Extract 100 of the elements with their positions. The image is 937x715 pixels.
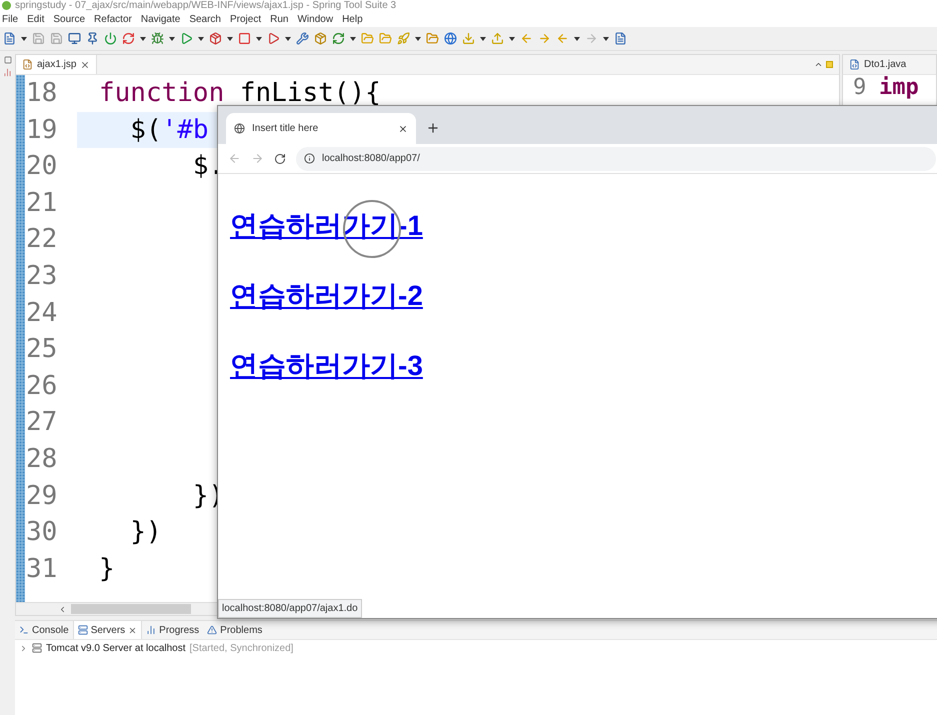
tab-icon bbox=[146, 625, 156, 635]
package-icon[interactable] bbox=[209, 32, 222, 45]
menu-item[interactable]: Project bbox=[230, 12, 262, 26]
editor-tab[interactable]: ajax1.jsp bbox=[16, 55, 98, 74]
menu-item[interactable]: Run bbox=[270, 12, 288, 26]
menu-item[interactable]: Edit bbox=[27, 12, 44, 26]
tab-label: Progress bbox=[159, 624, 200, 638]
code-line: imp bbox=[878, 75, 919, 101]
caret-icon[interactable] bbox=[169, 36, 175, 40]
code-token: '#b bbox=[162, 114, 209, 145]
line-number: 25 bbox=[25, 333, 58, 366]
line-number: 23 bbox=[25, 260, 58, 293]
reload-icon[interactable] bbox=[274, 152, 286, 164]
page-link[interactable]: 연습하러가기-1 bbox=[230, 206, 423, 246]
bug-icon[interactable] bbox=[151, 32, 164, 45]
tab-label: Problems bbox=[220, 624, 262, 638]
window-title: springstudy - 07_ajax/src/main/webapp/WEB-INF/views/ajax1.jsp - Spring Tool Suite 3 bbox=[15, 0, 396, 11]
code-token: } bbox=[99, 554, 115, 584]
caret-icon[interactable] bbox=[350, 36, 356, 40]
url-text: localhost:8080/app07/ bbox=[322, 152, 420, 166]
caret-icon[interactable] bbox=[198, 36, 204, 40]
menu-item[interactable]: Refactor bbox=[94, 12, 132, 26]
minimize-icon[interactable] bbox=[814, 60, 823, 69]
view-icon[interactable] bbox=[3, 68, 12, 77]
close-icon[interactable] bbox=[80, 60, 90, 70]
monitor-icon[interactable] bbox=[68, 32, 81, 45]
caret-icon[interactable] bbox=[256, 36, 262, 40]
java-file-icon bbox=[849, 59, 860, 70]
tab-icon bbox=[207, 625, 218, 635]
globe-icon[interactable] bbox=[444, 32, 457, 45]
line-number: 24 bbox=[25, 296, 58, 330]
new-window-icon[interactable] bbox=[614, 32, 627, 45]
caret-icon[interactable] bbox=[574, 36, 580, 40]
caret-icon[interactable] bbox=[509, 36, 515, 40]
restore-icon[interactable] bbox=[4, 56, 12, 64]
caret-icon[interactable] bbox=[227, 36, 233, 40]
line-number: 30 bbox=[25, 516, 58, 550]
server-name[interactable]: Tomcat v9.0 Server at localhost bbox=[46, 640, 186, 656]
caret-icon[interactable] bbox=[415, 36, 421, 40]
tab-label: Servers bbox=[90, 624, 126, 638]
browser-tab[interactable]: Insert title here bbox=[226, 113, 416, 144]
new-window-icon[interactable] bbox=[3, 32, 16, 45]
scroll-left-icon[interactable] bbox=[58, 604, 67, 614]
package-icon[interactable] bbox=[314, 32, 327, 45]
info-icon bbox=[304, 153, 315, 164]
line-number: 27 bbox=[25, 406, 58, 440]
caret-icon[interactable] bbox=[603, 36, 609, 40]
new-tab-icon[interactable] bbox=[426, 121, 440, 135]
menu-item[interactable]: Source bbox=[53, 12, 86, 26]
power-icon[interactable] bbox=[104, 32, 117, 45]
code-token: $( bbox=[129, 114, 162, 145]
app-logo-icon bbox=[2, 1, 11, 10]
caret-icon[interactable] bbox=[480, 36, 486, 40]
play-icon[interactable] bbox=[180, 32, 193, 45]
globe-icon bbox=[234, 123, 245, 134]
tab-title: Insert title here bbox=[252, 122, 320, 136]
tab-label: ajax1.jsp bbox=[37, 58, 76, 72]
address-field[interactable]: localhost:8080/app07/ bbox=[296, 146, 936, 170]
folder-icon[interactable] bbox=[426, 32, 439, 45]
expand-chevron-icon[interactable] bbox=[19, 644, 28, 652]
status-url: localhost:8080/app07/ajax1.do bbox=[218, 599, 362, 618]
tab-label: Console bbox=[32, 624, 69, 638]
line-number: 19 bbox=[25, 114, 58, 147]
panel-tab[interactable]: Problems bbox=[203, 621, 266, 639]
line-number: 18 bbox=[25, 77, 58, 110]
close-icon[interactable] bbox=[398, 124, 408, 134]
panel-tab[interactable]: Progress bbox=[142, 621, 204, 639]
scrollbar-thumb[interactable] bbox=[71, 604, 191, 614]
code-token: $. bbox=[192, 151, 224, 182]
line-number: 26 bbox=[25, 370, 58, 403]
code-token: function bbox=[99, 78, 224, 108]
line-number: 22 bbox=[25, 223, 58, 256]
caret-icon[interactable] bbox=[285, 36, 291, 40]
tab-icon bbox=[19, 625, 29, 635]
line-number: 31 bbox=[25, 552, 58, 586]
server-state: [Started, Synchronized] bbox=[190, 642, 294, 656]
refresh-icon[interactable] bbox=[332, 32, 345, 45]
line-number: 9 bbox=[852, 75, 868, 101]
server-icon bbox=[32, 643, 42, 653]
menu-item[interactable]: Navigate bbox=[140, 12, 180, 26]
caret-icon[interactable] bbox=[140, 36, 146, 40]
page-link[interactable]: 연습하러가기-3 bbox=[230, 346, 423, 386]
panel-tab[interactable]: Console bbox=[15, 621, 73, 639]
play-icon[interactable] bbox=[267, 32, 280, 45]
menu-item[interactable]: Help bbox=[342, 12, 363, 26]
line-number: 20 bbox=[25, 150, 58, 184]
menu-item[interactable]: Search bbox=[189, 12, 221, 26]
close-icon[interactable] bbox=[128, 626, 138, 634]
menu-item[interactable]: Window bbox=[297, 12, 334, 26]
menu-item[interactable]: File bbox=[2, 12, 18, 26]
wrench-icon[interactable] bbox=[296, 32, 309, 45]
refresh-icon[interactable] bbox=[122, 32, 135, 45]
code-token: }) bbox=[129, 517, 162, 548]
panel-tab[interactable]: Servers bbox=[72, 621, 142, 639]
pin-icon[interactable] bbox=[86, 32, 99, 45]
caret-icon[interactable] bbox=[21, 36, 27, 40]
stop-icon[interactable] bbox=[238, 32, 251, 45]
file-icon bbox=[22, 59, 33, 70]
page-link[interactable]: 연습하러가기-2 bbox=[230, 276, 423, 316]
line-number: 21 bbox=[25, 186, 58, 220]
